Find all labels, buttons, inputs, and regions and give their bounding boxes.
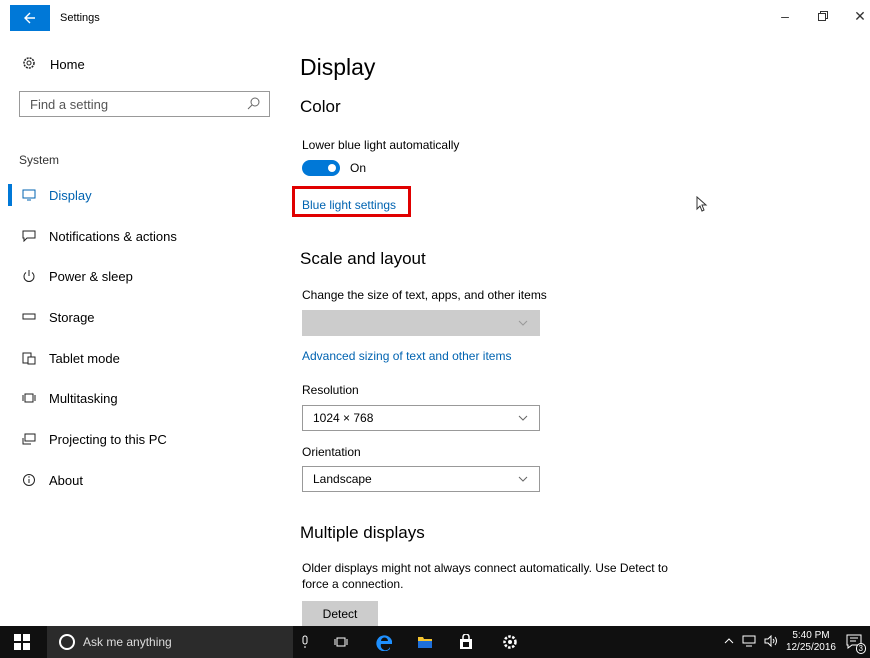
back-arrow-icon [24,12,35,24]
main-content: Display Color Lower blue light automatic… [292,36,870,626]
sidebar-item-label: Projecting to this PC [49,431,167,447]
taskbar: Ask me anything 5:40 PM 12/25/2016 3 [0,626,870,658]
multiple-displays-heading: Multiple displays [300,523,425,542]
sidebar-item-label: Power & sleep [49,268,133,284]
clock-date: 12/25/2016 [785,642,836,653]
orientation-value: Landscape [313,472,372,486]
scale-dropdown[interactable] [302,310,540,336]
notification-icon [19,228,39,244]
home-label: Home [50,57,85,72]
sidebar-item-multitasking[interactable]: Multitasking [19,386,118,410]
chevron-down-icon [518,476,528,482]
system-tray: 5:40 PM 12/25/2016 3 [724,626,870,658]
info-icon [19,472,39,488]
settings-gear-icon[interactable] [501,633,519,651]
power-icon [19,268,39,284]
cortana-icon [59,634,75,650]
home-nav-item[interactable]: Home [22,56,85,73]
edge-browser-icon[interactable] [376,633,394,651]
sidebar-item-label: Tablet mode [49,350,120,366]
title-bar: Settings – ✕ [0,0,870,36]
file-explorer-icon[interactable] [416,633,434,651]
chevron-down-icon [518,415,528,421]
clock[interactable]: 5:40 PM 12/25/2016 [786,630,836,654]
orientation-dropdown[interactable]: Landscape [302,466,540,492]
action-center-icon[interactable]: 3 [846,633,866,654]
blue-light-settings-link[interactable]: Blue light settings [302,198,396,212]
microphone-icon[interactable] [296,633,314,651]
mouse-cursor-icon [696,196,708,212]
monitor-icon [19,187,39,203]
blue-light-toggle[interactable] [302,160,340,176]
tablet-icon [19,350,39,366]
toggle-state: On [350,161,367,175]
back-button[interactable] [10,5,50,31]
minimize-button[interactable]: – [770,8,800,24]
search-icon [247,97,260,110]
sidebar-item-about[interactable]: About [19,468,83,492]
toggle-knob [328,164,336,172]
sidebar-item-label: Storage [49,309,95,325]
chevron-up-icon[interactable] [724,637,734,648]
restore-icon [818,11,828,21]
sidebar-item-label: Multitasking [49,390,118,406]
advanced-sizing-link[interactable]: Advanced sizing of text and other items [302,349,511,363]
color-heading: Color [300,97,341,116]
scale-heading: Scale and layout [300,249,426,268]
multitasking-icon [19,390,39,406]
resolution-label: Resolution [302,383,359,397]
notification-count-badge: 3 [855,642,866,654]
sidebar-item-label: Display [49,187,92,203]
chevron-down-icon [518,320,528,326]
sidebar-item-tablet[interactable]: Tablet mode [19,346,120,370]
orientation-label: Orientation [302,445,361,459]
volume-icon[interactable] [764,634,778,650]
close-button[interactable]: ✕ [845,8,870,25]
window-title: Settings [60,12,100,24]
network-icon[interactable] [742,635,756,650]
sidebar-item-label: About [49,472,83,488]
cortana-search-box[interactable]: Ask me anything [47,626,293,658]
blue-light-label: Lower blue light automatically [302,138,460,152]
section-label-system: System [19,153,60,167]
scale-label: Change the size of text, apps, and other… [302,288,547,302]
windows-start-icon[interactable] [14,634,30,650]
sidebar-item-power[interactable]: Power & sleep [19,264,133,288]
search-input[interactable]: Find a setting [19,91,270,117]
sidebar-item-display[interactable]: Display [19,183,92,207]
active-indicator [8,184,12,206]
clock-time: 5:40 PM [792,630,830,641]
gear-icon [22,56,40,73]
cortana-search-text: Ask me anything [83,635,172,649]
page-title: Display [300,54,376,80]
resolution-value: 1024 × 768 [313,411,374,425]
maximize-button[interactable] [808,8,838,24]
sidebar-item-notifications[interactable]: Notifications & actions [19,224,177,248]
store-icon[interactable] [457,633,475,651]
storage-icon [19,309,39,325]
resolution-dropdown[interactable]: 1024 × 768 [302,405,540,431]
sidebar: Home Find a setting System Display Notif… [0,36,290,626]
task-view-icon[interactable] [332,633,350,651]
search-placeholder: Find a setting [30,96,109,112]
sidebar-item-storage[interactable]: Storage [19,305,95,329]
detect-button[interactable]: Detect [302,601,378,626]
sidebar-item-label: Notifications & actions [49,228,177,244]
blue-light-toggle-row: On [302,160,366,176]
multiple-displays-text: Older displays might not always connect … [302,561,668,591]
sidebar-item-projecting[interactable]: Projecting to this PC [19,427,167,451]
projecting-icon [19,431,39,447]
